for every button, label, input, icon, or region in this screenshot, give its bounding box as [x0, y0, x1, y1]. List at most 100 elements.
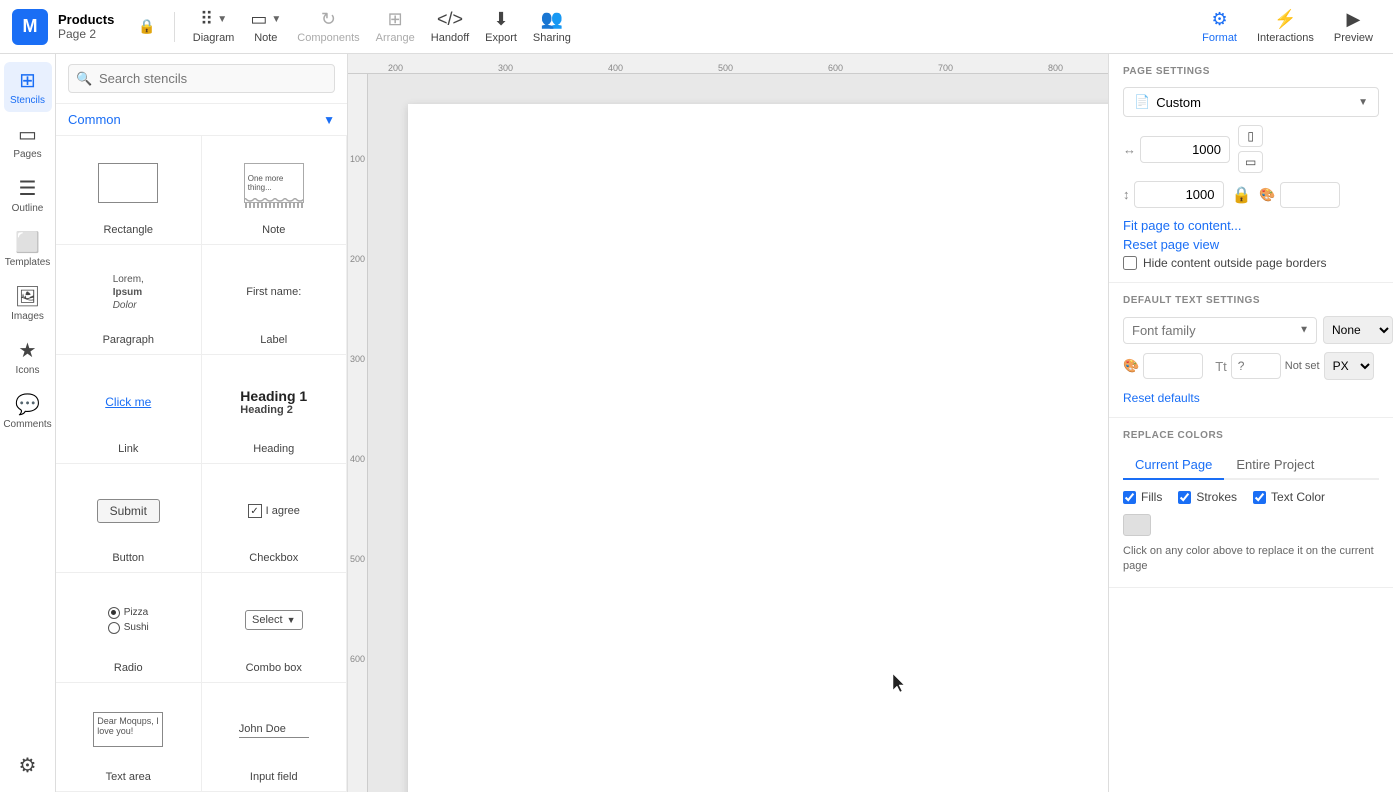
text-color-input[interactable]: [1143, 353, 1203, 379]
export-button[interactable]: ⬇ Export: [477, 5, 525, 48]
stencil-rectangle[interactable]: Rectangle: [56, 136, 202, 245]
landscape-button[interactable]: ▭: [1238, 151, 1263, 173]
dimensions-row: ↔ ▯ ▭: [1123, 125, 1379, 173]
fills-checkbox[interactable]: [1123, 491, 1136, 504]
tab-entire-project[interactable]: Entire Project: [1224, 451, 1326, 478]
handoff-button[interactable]: </> Handoff: [423, 5, 477, 48]
stencil-radio[interactable]: Pizza Sushi Radio: [56, 573, 202, 682]
combobox-text: Select: [252, 614, 283, 626]
sidebar-item-settings[interactable]: ⚙: [4, 747, 52, 784]
components-icon: ↻: [321, 9, 336, 30]
sidebar-item-templates[interactable]: ⬜ Templates: [4, 224, 52, 274]
lock-dimensions-button[interactable]: 🔒: [1232, 185, 1252, 205]
comments-icon: 💬: [15, 392, 40, 417]
sharing-button[interactable]: 👥 Sharing: [525, 5, 579, 48]
sharing-label: Sharing: [533, 32, 571, 44]
search-input[interactable]: [68, 64, 335, 93]
ruler-mark-v100: 100: [350, 154, 365, 164]
hide-content-row: Hide content outside page borders: [1123, 256, 1379, 270]
stencil-search-area: 🔍: [56, 54, 347, 104]
icons-icon: ★: [19, 338, 37, 363]
stencil-textarea[interactable]: Dear Moqups, I love you! Text area: [56, 683, 202, 792]
radio-dot: [111, 610, 116, 615]
textarea-preview: Dear Moqups, I love you!: [64, 695, 193, 765]
tab-current-page[interactable]: Current Page: [1123, 451, 1224, 480]
width-input[interactable]: [1140, 136, 1230, 163]
font-family-input[interactable]: [1123, 317, 1317, 344]
not-set-label: Not set: [1285, 360, 1320, 372]
vertical-ruler: 100 200 300 400 500 600: [348, 74, 368, 792]
custom-dropdown-arrow: ▼: [1358, 97, 1368, 108]
sharing-icon: 👥: [541, 9, 563, 30]
fills-label: Fills: [1141, 490, 1162, 504]
components-button[interactable]: ↻ Components: [289, 5, 367, 48]
sidebar-item-comments[interactable]: 💬 Comments: [4, 386, 52, 436]
preview-button[interactable]: ▶ Preview: [1326, 5, 1381, 48]
font-style-select[interactable]: None: [1323, 316, 1393, 344]
templates-icon: ⬜: [15, 230, 40, 255]
sidebar-item-images[interactable]: 🖼 Images: [4, 278, 52, 328]
height-input[interactable]: [1134, 181, 1224, 208]
checkbox-shape: ✓ I agree: [248, 504, 300, 518]
format-button[interactable]: ⚙ Format: [1194, 5, 1245, 48]
interactions-button[interactable]: ⚡ Interactions: [1249, 5, 1322, 48]
font-size-icon: Tt: [1215, 359, 1227, 374]
custom-select[interactable]: 📄 Custom ▼: [1123, 87, 1379, 117]
interactions-icon: ⚡: [1274, 9, 1296, 30]
stencil-button[interactable]: Submit Button: [56, 464, 202, 573]
stencil-category-header[interactable]: Common ▼: [56, 104, 347, 136]
separator: [174, 12, 175, 42]
diagram-button[interactable]: ⠿ ▼ Diagram: [185, 5, 243, 48]
stencil-note[interactable]: One more thing... Note: [202, 136, 348, 245]
reset-view-link[interactable]: Reset page view: [1123, 237, 1379, 252]
bg-color-input[interactable]: [1280, 182, 1340, 208]
font-size-input[interactable]: [1231, 353, 1281, 379]
reset-defaults-link[interactable]: Reset defaults: [1123, 391, 1200, 405]
text-color-icon: 🎨: [1123, 358, 1139, 374]
heading-label: Heading: [253, 443, 294, 455]
stencil-link[interactable]: Click me Link: [56, 355, 202, 464]
pages-label: Pages: [13, 149, 41, 160]
text-color-checkbox-item: Text Color: [1253, 490, 1325, 504]
sidebar-item-icons[interactable]: ★ Icons: [4, 332, 52, 382]
sidebar-item-pages[interactable]: ▭ Pages: [4, 116, 52, 166]
hide-content-checkbox[interactable]: [1123, 256, 1137, 270]
strokes-checkbox[interactable]: [1178, 491, 1191, 504]
sidebar-item-stencils[interactable]: ⊞ Stencils: [4, 62, 52, 112]
stencil-search-wrap: 🔍: [68, 64, 335, 93]
canvas-content[interactable]: [368, 74, 1108, 792]
note-button[interactable]: ▭ ▼ Note: [242, 5, 289, 48]
toolbar: M Products Page 2 🔒 ⠿ ▼ Diagram ▭ ▼ Note…: [0, 0, 1393, 54]
stencils-icon: ⊞: [19, 68, 36, 93]
radio-label-2: Sushi: [124, 622, 149, 633]
lock-icon[interactable]: 🔒: [138, 18, 155, 35]
arrange-button[interactable]: ⊞ Arrange: [368, 5, 423, 48]
check-mark: ✓: [250, 506, 258, 517]
templates-label: Templates: [5, 257, 51, 268]
fills-checkbox-item: Fills: [1123, 490, 1162, 504]
stencil-label[interactable]: First name: Label: [202, 245, 348, 354]
stencils-label: Stencils: [10, 95, 45, 106]
font-family-row: ▼ None: [1123, 316, 1379, 344]
fit-page-link[interactable]: Fit page to content...: [1123, 218, 1379, 233]
stencil-paragraph[interactable]: Lorem,IpsumDolor Paragraph: [56, 245, 202, 354]
sidebar-item-outline[interactable]: ☰ Outline: [4, 170, 52, 220]
text-color-checkbox[interactable]: [1253, 491, 1266, 504]
canvas-area[interactable]: 200 300 400 500 600 700 800 100 200 300 …: [348, 54, 1108, 792]
replace-colors-tabs: Current Page Entire Project: [1123, 451, 1379, 480]
arrange-icon: ⊞: [388, 9, 403, 30]
stencil-combobox[interactable]: Select ▼ Combo box: [202, 573, 348, 682]
canvas-page[interactable]: [408, 104, 1108, 792]
ruler-mark-v400: 400: [350, 454, 365, 464]
stencil-input[interactable]: John Doe Input field: [202, 683, 348, 792]
right-panel: PAGE SETTINGS 📄 Custom ▼ ↔ ▯: [1108, 54, 1393, 792]
stencil-checkbox[interactable]: ✓ I agree Checkbox: [202, 464, 348, 573]
combobox-shape: Select ▼: [245, 610, 303, 630]
px-select[interactable]: PX: [1324, 352, 1374, 380]
portrait-button[interactable]: ▯: [1238, 125, 1263, 147]
stencil-heading[interactable]: Heading 1 Heading 2 Heading: [202, 355, 348, 464]
color-swatch[interactable]: [1123, 514, 1151, 536]
ruler-mark-v600: 600: [350, 654, 365, 664]
heading1-text: Heading 1: [240, 388, 307, 404]
radio-shape: Pizza Sushi: [108, 607, 149, 634]
